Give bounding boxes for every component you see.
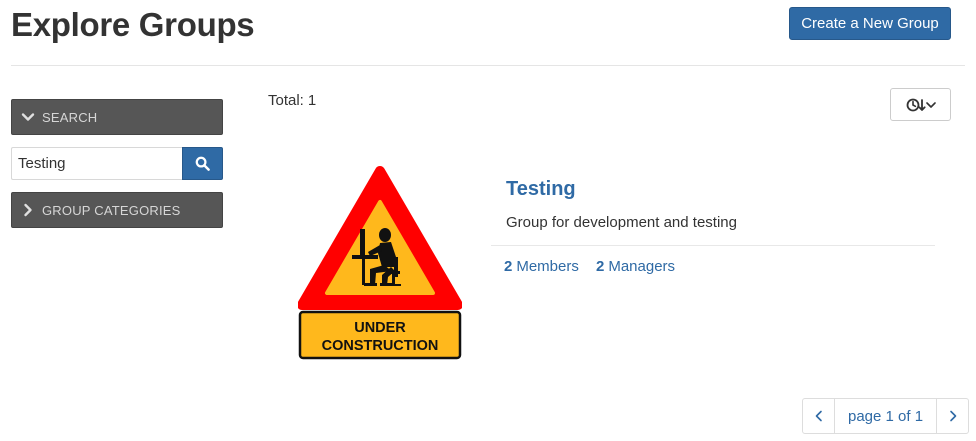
members-count: 2: [504, 258, 513, 275]
group-managers-link[interactable]: 2 Managers: [596, 258, 675, 275]
members-label: Members: [516, 258, 579, 275]
pagination: page 1 of 1: [802, 398, 970, 434]
chevron-right-icon: [24, 203, 32, 217]
chevron-right-icon: [949, 410, 956, 422]
group-description: Group for development and testing: [506, 214, 737, 231]
sign-text-line2: CONSTRUCTION: [322, 338, 439, 354]
pagination-current-page[interactable]: page 1 of 1: [834, 399, 938, 433]
group-name-link[interactable]: Testing: [506, 178, 576, 201]
results-total: Total: 1: [268, 92, 316, 109]
search-section-toggle[interactable]: SEARCH: [11, 99, 223, 135]
results-total-count: 1: [307, 92, 317, 109]
sign-text-line1: UNDER: [354, 320, 406, 336]
managers-label: Managers: [608, 258, 676, 275]
search-input[interactable]: [11, 147, 182, 180]
chevron-left-icon: [815, 410, 822, 422]
group-members-link[interactable]: 2 Members: [504, 258, 579, 275]
managers-count: 2: [596, 258, 605, 275]
search-icon: [195, 156, 210, 171]
group-categories-label: GROUP CATEGORIES: [42, 202, 181, 218]
create-group-button[interactable]: Create a New Group: [789, 7, 951, 40]
results-total-label: Total:: [268, 92, 304, 109]
sort-dropdown-button[interactable]: [890, 88, 951, 121]
group-categories-toggle[interactable]: GROUP CATEGORIES: [11, 192, 223, 228]
clock-sort-icon: [906, 98, 936, 111]
pagination-prev-button[interactable]: [803, 399, 834, 433]
group-card-divider: [491, 245, 935, 246]
under-construction-image[interactable]: UNDER CONSTRUCTION: [298, 165, 462, 360]
search-section-label: SEARCH: [42, 109, 98, 125]
pagination-next-button[interactable]: [937, 399, 968, 433]
page-title: Explore Groups: [11, 6, 255, 43]
header-divider: [11, 65, 965, 66]
search-button[interactable]: [182, 147, 223, 180]
chevron-down-icon: [21, 113, 35, 121]
